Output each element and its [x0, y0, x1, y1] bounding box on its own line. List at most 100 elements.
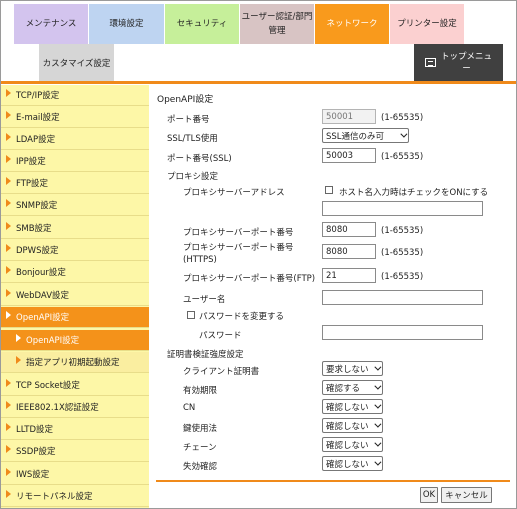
sidebar-item-ipp[interactable]: IPP設定 [1, 151, 149, 172]
ssl-port-label: ポート番号(SSL) [167, 154, 232, 164]
hostname-checkbox-label: ホスト名入力時はチェックをONにする [339, 188, 489, 198]
password-label: パスワード [199, 331, 242, 341]
sidebar-item-dpws[interactable]: DPWS設定 [1, 240, 149, 261]
change-password-checkbox[interactable] [187, 311, 195, 319]
proxy-https-label-line2: (HTTPS) [183, 255, 217, 265]
tab-environment[interactable]: 環境設定 [89, 4, 165, 44]
tab-user-auth[interactable]: ユーザー認証/部門 管理 [240, 4, 315, 44]
revocation-select-value: 確認しない [326, 459, 369, 470]
key-usage-select[interactable]: 確認しない [322, 418, 383, 433]
chevron-down-icon [374, 458, 382, 466]
sidebar-item-label: IEEE802.1X認証設定 [16, 403, 99, 413]
ssl-port-range: (1-65535) [381, 152, 424, 162]
chain-select[interactable]: 確認しない [322, 437, 383, 452]
proxy-ftp-port-input[interactable] [322, 268, 376, 283]
tab-user-auth-line2: 管理 [268, 26, 286, 36]
sidebar-item-label: Bonjour設定 [16, 268, 66, 278]
arrow-right-icon [6, 423, 11, 431]
username-input[interactable] [322, 290, 483, 305]
sidebar-item-tcpip[interactable]: TCP/IP設定 [1, 85, 149, 106]
sidebar-item-iws[interactable]: IWS設定 [1, 464, 149, 485]
sidebar-item-bonjour[interactable]: Bonjour設定 [1, 262, 149, 283]
sidebar-item-label: IPP設定 [16, 157, 46, 167]
sidebar-item-webdav[interactable]: WebDAV設定 [1, 285, 149, 306]
chevron-down-icon [374, 420, 382, 428]
tab-security[interactable]: セキュリティ [165, 4, 240, 44]
proxy-ftp-range: (1-65535) [381, 272, 424, 282]
arrow-right-icon [6, 133, 11, 141]
sidebar-subitem-openapi[interactable]: OpenAPI設定 [1, 330, 149, 351]
chevron-down-icon [400, 130, 408, 138]
hostname-checkbox[interactable] [325, 186, 333, 194]
proxy-section-heading: プロキシ設定 [167, 172, 219, 182]
cancel-button-label: キャンセル [445, 491, 488, 501]
arrow-right-icon [16, 356, 21, 364]
ok-button-label: OK [422, 490, 436, 500]
page-title: OpenAPI設定 [157, 95, 214, 105]
proxy-ftp-label: プロキシサーバーポート番号(FTP) [183, 274, 316, 284]
sidebar-item-ftp[interactable]: FTP設定 [1, 173, 149, 194]
chevron-down-icon [374, 401, 382, 409]
sidebar-item-ssdp[interactable]: SSDP設定 [1, 441, 149, 462]
arrow-right-icon [6, 379, 11, 387]
tab-user-auth-label: ユーザー認証/部門 管理 [242, 10, 313, 38]
cancel-button[interactable]: キャンセル [441, 487, 492, 503]
top-menu-label-line1: トップメニュ [440, 51, 492, 62]
sidebar-item-smb[interactable]: SMB設定 [1, 218, 149, 239]
revocation-label: 失効確認 [183, 462, 218, 472]
proxy-https-port-input[interactable] [322, 244, 376, 259]
port-input [322, 109, 376, 124]
client-cert-label: クライアント証明書 [183, 367, 260, 377]
proxy-https-label-line1: プロキシサーバーポート番号 [183, 243, 294, 253]
sidebar-item-label: SMB設定 [16, 224, 52, 234]
chevron-down-icon [374, 439, 382, 447]
proxy-port-input[interactable] [322, 222, 376, 237]
chain-select-value: 確認しない [326, 440, 369, 451]
ok-button[interactable]: OK [420, 487, 438, 503]
sidebar-item-label: LLTD設定 [16, 425, 54, 435]
ssl-port-input[interactable] [322, 148, 376, 163]
sidebar: TCP/IP設定 E-mail設定 LDAP設定 IPP設定 FTP設定 SNM… [1, 85, 149, 508]
sidebar-item-ldap[interactable]: LDAP設定 [1, 129, 149, 150]
sidebar-item-openapi[interactable]: OpenAPI設定 [1, 307, 149, 328]
ssl-select[interactable]: SSL通信のみ可 [322, 128, 409, 143]
proxy-address-input[interactable] [322, 201, 483, 216]
tab-customize-label: カスタマイズ設定 [42, 58, 111, 69]
top-menu-label-line2: ー [462, 63, 471, 74]
sidebar-item-ieee8021x[interactable]: IEEE802.1X認証設定 [1, 397, 149, 418]
validity-select[interactable]: 確認する [322, 380, 383, 395]
sidebar-item-email[interactable]: E-mail設定 [1, 107, 149, 128]
tab-security-label: セキュリティ [176, 19, 228, 29]
password-input[interactable] [322, 325, 483, 340]
sidebar-subitem-default-app[interactable]: 指定アプリ初期起動設定 [1, 352, 149, 373]
arrow-right-icon [6, 266, 11, 274]
cn-select[interactable]: 確認しない [322, 399, 383, 414]
client-cert-select[interactable]: 要求しない [322, 361, 383, 376]
sidebar-item-label: OpenAPI設定 [26, 336, 80, 346]
form-footer-divider [156, 480, 510, 482]
arrow-right-icon [6, 244, 11, 252]
sidebar-item-label: TCP/IP設定 [16, 91, 60, 101]
tab-maintenance[interactable]: メンテナンス [14, 4, 89, 44]
tab-network[interactable]: ネットワーク [315, 4, 390, 44]
cert-section-heading: 証明書検証強度設定 [167, 350, 244, 360]
chevron-down-icon [374, 363, 382, 371]
tab-printer[interactable]: プリンター設定 [390, 4, 465, 44]
sidebar-item-label: OpenAPI設定 [16, 313, 70, 323]
chain-label: チェーン [183, 443, 217, 453]
tab-customize[interactable]: カスタマイズ設定 [39, 44, 114, 81]
top-menu-label: トップメニュー [441, 51, 492, 75]
arrow-right-icon [6, 289, 11, 297]
revocation-select[interactable]: 確認しない [322, 456, 383, 471]
arrow-right-icon [6, 155, 11, 163]
sidebar-item-tcp-socket[interactable]: TCP Socket設定 [1, 375, 149, 396]
arrow-right-icon [16, 334, 21, 342]
sidebar-item-snmp[interactable]: SNMP設定 [1, 195, 149, 216]
sidebar-item-label: LDAP設定 [16, 135, 56, 145]
sidebar-item-remote-panel[interactable]: リモートパネル設定 [1, 486, 149, 507]
top-menu-button[interactable]: トップメニュー [414, 44, 503, 81]
arrow-right-icon [6, 177, 11, 185]
cn-label: CN [183, 403, 196, 413]
web-admin-page: メンテナンス 環境設定 セキュリティ ユーザー認証/部門 管理 ネットワーク プリ… [0, 0, 517, 509]
sidebar-item-lltd[interactable]: LLTD設定 [1, 419, 149, 440]
